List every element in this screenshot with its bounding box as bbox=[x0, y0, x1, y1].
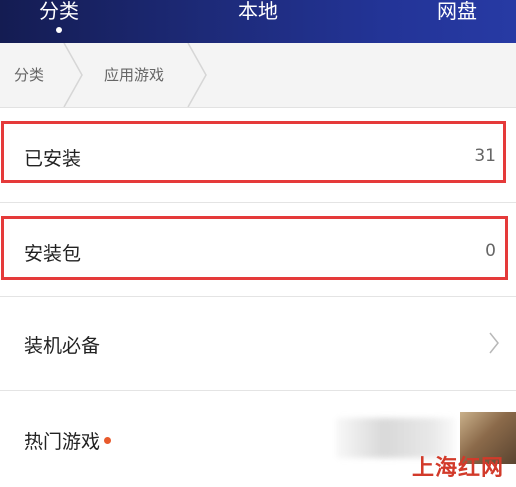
hot-games-label: 热门游戏 bbox=[24, 431, 101, 453]
install-packages-count: 0 bbox=[485, 241, 496, 261]
tab-cloud-disk-label: 网盘 bbox=[437, 0, 477, 23]
list-item-essentials[interactable]: 装机必备 bbox=[0, 297, 516, 391]
list-item-install-packages[interactable]: 安装包 0 bbox=[0, 203, 516, 297]
hot-games-label-wrap: 热门游戏 bbox=[24, 427, 112, 454]
tab-cloud-disk[interactable]: 网盘 bbox=[415, 0, 499, 43]
breadcrumb: 分类 应用游戏 bbox=[0, 43, 516, 108]
installed-label: 已安装 bbox=[24, 148, 82, 170]
install-packages-label: 安装包 bbox=[24, 243, 82, 265]
active-tab-indicator bbox=[56, 27, 62, 33]
installed-count: 31 bbox=[474, 146, 496, 166]
tab-local-label: 本地 bbox=[238, 0, 278, 23]
tab-classify-label: 分类 bbox=[39, 0, 79, 23]
breadcrumb-item-apps-games[interactable]: 应用游戏 bbox=[104, 64, 164, 85]
essentials-label: 装机必备 bbox=[24, 335, 101, 357]
breadcrumb-chevron-icon bbox=[63, 43, 83, 107]
breadcrumb-chevron-icon bbox=[187, 43, 207, 107]
tab-classify[interactable]: 分类 bbox=[17, 0, 101, 43]
new-indicator-dot bbox=[104, 437, 112, 444]
tab-local[interactable]: 本地 bbox=[216, 0, 300, 43]
chevron-right-icon bbox=[489, 332, 499, 354]
breadcrumb-item-classify[interactable]: 分类 bbox=[14, 64, 44, 85]
watermark: 上海红网 bbox=[412, 456, 505, 481]
top-tab-bar: 分类 本地 网盘 bbox=[0, 0, 516, 43]
list-item-installed[interactable]: 已安装 31 bbox=[0, 108, 516, 203]
